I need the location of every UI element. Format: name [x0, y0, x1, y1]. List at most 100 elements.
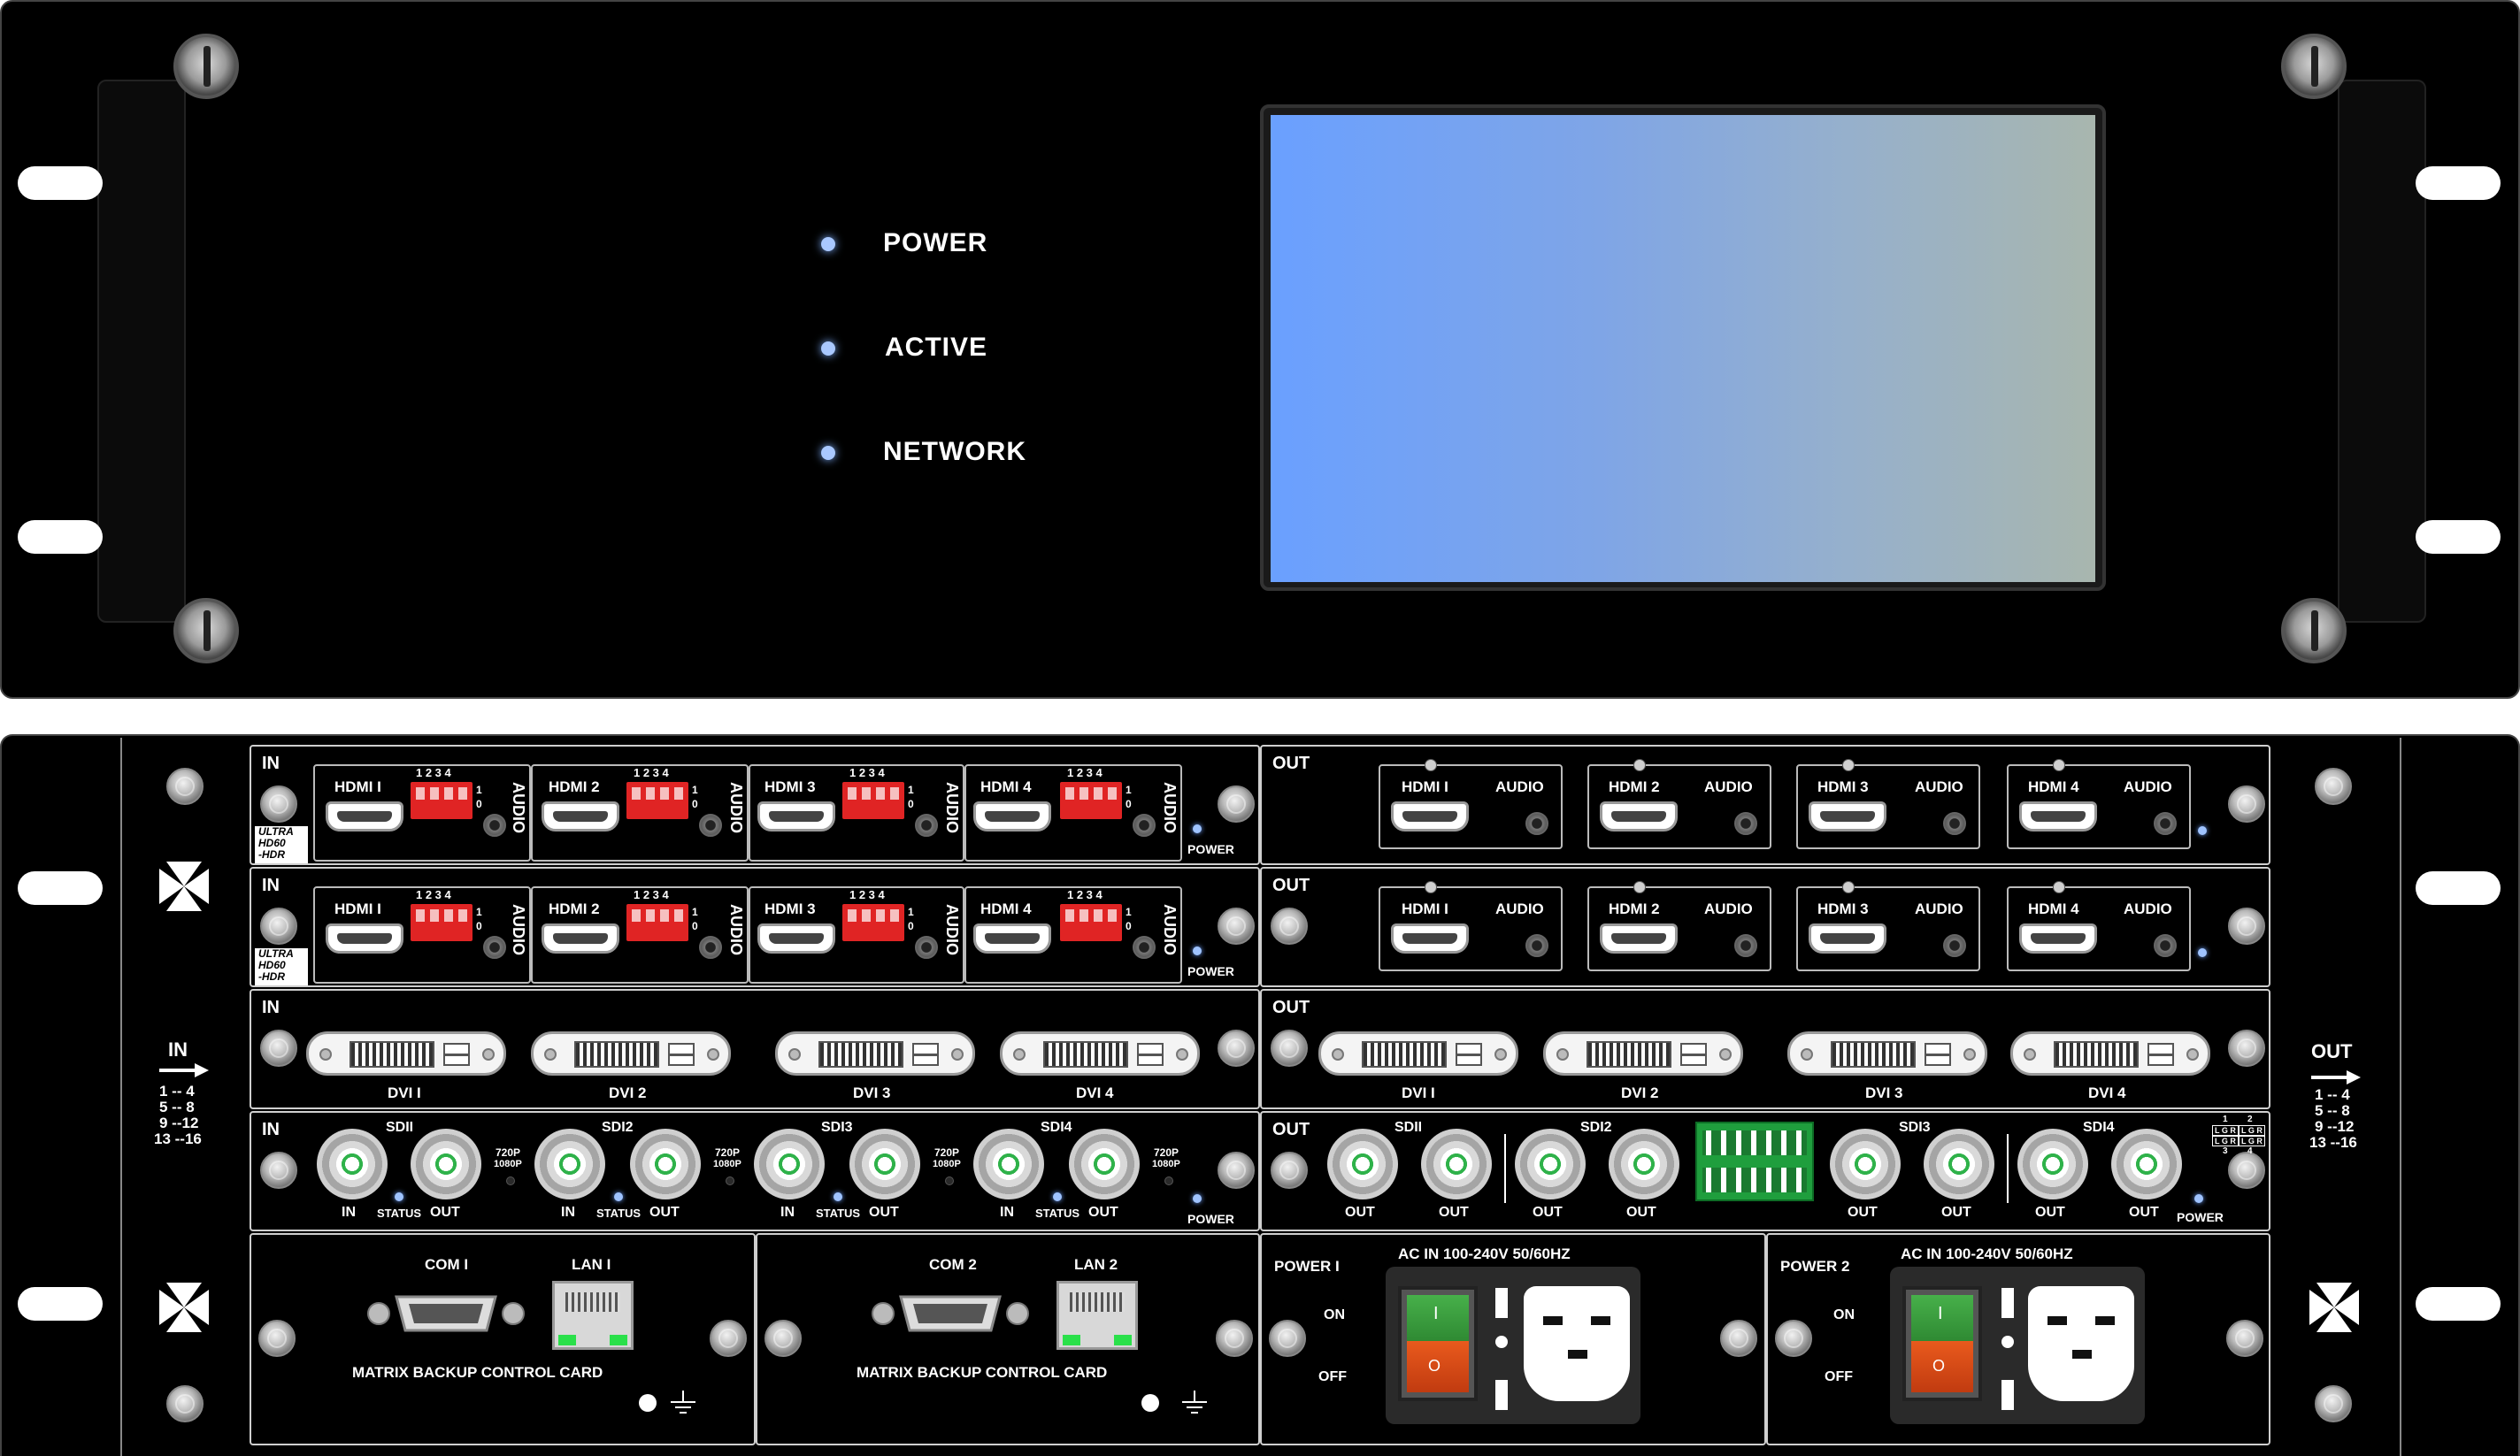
audio-jack[interactable]	[915, 814, 938, 837]
thumb-screw[interactable]	[166, 768, 204, 805]
thumb-screw[interactable]	[1269, 1320, 1306, 1357]
thumb-screw[interactable]	[1720, 1320, 1757, 1357]
hdmi-port[interactable]	[1600, 923, 1678, 954]
thumb-screw[interactable]	[173, 34, 239, 99]
bnc-out-port[interactable]	[630, 1129, 701, 1199]
dvi-port[interactable]	[531, 1031, 731, 1076]
iec-power-inlet[interactable]	[2028, 1286, 2134, 1401]
thumb-screw[interactable]	[258, 1320, 296, 1357]
thumb-screw[interactable]	[710, 1320, 747, 1357]
lan-port[interactable]	[552, 1281, 634, 1350]
bnc-out-port[interactable]	[2017, 1129, 2088, 1199]
dvi-port[interactable]	[306, 1031, 506, 1076]
lcd-screen[interactable]	[1271, 115, 2095, 582]
iec-power-inlet[interactable]	[1524, 1286, 1630, 1401]
hdmi-port[interactable]	[757, 923, 835, 954]
dvi-port[interactable]	[2010, 1031, 2210, 1076]
audio-jack[interactable]	[1734, 812, 1757, 835]
dvi-port[interactable]	[775, 1031, 975, 1076]
thumb-screw[interactable]	[173, 598, 239, 663]
audio-jack[interactable]	[1525, 934, 1548, 957]
thumb-screw[interactable]	[260, 1030, 297, 1067]
hdmi-port[interactable]	[757, 801, 835, 831]
thumb-screw[interactable]	[1271, 908, 1308, 945]
dip-switch[interactable]	[411, 782, 472, 819]
audio-jack[interactable]	[1133, 814, 1156, 837]
thumb-screw[interactable]	[1775, 1320, 1812, 1357]
thumb-screw[interactable]	[764, 1320, 802, 1357]
thumb-screw[interactable]	[2281, 598, 2347, 663]
com-port[interactable]	[871, 1291, 1030, 1336]
reset-button[interactable]	[639, 1394, 657, 1412]
dvi-port[interactable]	[1318, 1031, 1518, 1076]
lan-port[interactable]	[1056, 1281, 1138, 1350]
fuse-holder[interactable]	[1495, 1288, 1508, 1318]
fuse-holder[interactable]	[1495, 1380, 1508, 1410]
thumb-screw[interactable]	[260, 908, 297, 945]
fuse-holder[interactable]	[2001, 1288, 2014, 1318]
hdmi-port[interactable]	[1391, 923, 1469, 954]
dip-switch[interactable]	[626, 782, 688, 819]
audio-jack[interactable]	[2154, 812, 2177, 835]
bnc-out-port[interactable]	[1421, 1129, 1492, 1199]
thumb-screw[interactable]	[260, 785, 297, 823]
dvi-port[interactable]	[1787, 1031, 1987, 1076]
dip-switch[interactable]	[842, 904, 904, 941]
thumb-screw[interactable]	[1218, 908, 1255, 945]
thumb-screw[interactable]	[1218, 785, 1255, 823]
audio-jack[interactable]	[483, 814, 506, 837]
thumb-screw[interactable]	[2228, 785, 2265, 823]
dip-switch[interactable]	[626, 904, 688, 941]
fuse-holder[interactable]	[2001, 1380, 2014, 1410]
bnc-out-port[interactable]	[1327, 1129, 1398, 1199]
dip-switch[interactable]	[1060, 782, 1122, 819]
power-rocker-switch[interactable]: I O	[1398, 1286, 1478, 1401]
dvi-port[interactable]	[1000, 1031, 1200, 1076]
dip-switch[interactable]	[842, 782, 904, 819]
dvi-port[interactable]	[1543, 1031, 1743, 1076]
thumb-screw[interactable]	[1218, 1152, 1255, 1189]
thumb-screw[interactable]	[2228, 1152, 2265, 1189]
thumb-screw[interactable]	[2281, 34, 2347, 99]
hdmi-port[interactable]	[326, 923, 403, 954]
hdmi-port[interactable]	[326, 801, 403, 831]
hdmi-port[interactable]	[1809, 801, 1886, 831]
hdmi-port[interactable]	[1809, 923, 1886, 954]
hdmi-port[interactable]	[542, 801, 619, 831]
bnc-out-port[interactable]	[1924, 1129, 1994, 1199]
bnc-in-port[interactable]	[317, 1129, 388, 1199]
hdmi-port[interactable]	[2019, 923, 2097, 954]
audio-jack[interactable]	[1525, 812, 1548, 835]
bnc-out-port[interactable]	[411, 1129, 481, 1199]
hdmi-port[interactable]	[973, 801, 1051, 831]
thumb-screw[interactable]	[1271, 1152, 1308, 1189]
front-left-handle[interactable]	[97, 80, 186, 623]
hdmi-port[interactable]	[542, 923, 619, 954]
audio-jack[interactable]	[2154, 934, 2177, 957]
thumb-screw[interactable]	[166, 1385, 204, 1422]
power-rocker-switch[interactable]: I O	[1902, 1286, 1982, 1401]
bnc-out-port[interactable]	[1515, 1129, 1586, 1199]
audio-jack[interactable]	[483, 936, 506, 959]
bnc-out-port[interactable]	[2111, 1129, 2182, 1199]
front-right-handle[interactable]	[2338, 80, 2426, 623]
hdmi-port[interactable]	[2019, 801, 2097, 831]
hdmi-port[interactable]	[973, 923, 1051, 954]
thumb-screw[interactable]	[2226, 1320, 2263, 1357]
thumb-screw[interactable]	[2315, 1385, 2352, 1422]
audio-terminal-block[interactable]	[1695, 1122, 1814, 1201]
thumb-screw[interactable]	[2315, 768, 2352, 805]
thumb-screw[interactable]	[1218, 1030, 1255, 1067]
bnc-in-port[interactable]	[534, 1129, 605, 1199]
audio-jack[interactable]	[1133, 936, 1156, 959]
bnc-out-port[interactable]	[849, 1129, 920, 1199]
reset-button[interactable]	[1141, 1394, 1159, 1412]
audio-jack[interactable]	[699, 936, 722, 959]
thumb-screw[interactable]	[1216, 1320, 1253, 1357]
dip-switch[interactable]	[1060, 904, 1122, 941]
audio-jack[interactable]	[1734, 934, 1757, 957]
audio-jack[interactable]	[1943, 934, 1966, 957]
thumb-screw[interactable]	[1271, 1030, 1308, 1067]
bnc-out-port[interactable]	[1069, 1129, 1140, 1199]
thumb-screw[interactable]	[2228, 908, 2265, 945]
